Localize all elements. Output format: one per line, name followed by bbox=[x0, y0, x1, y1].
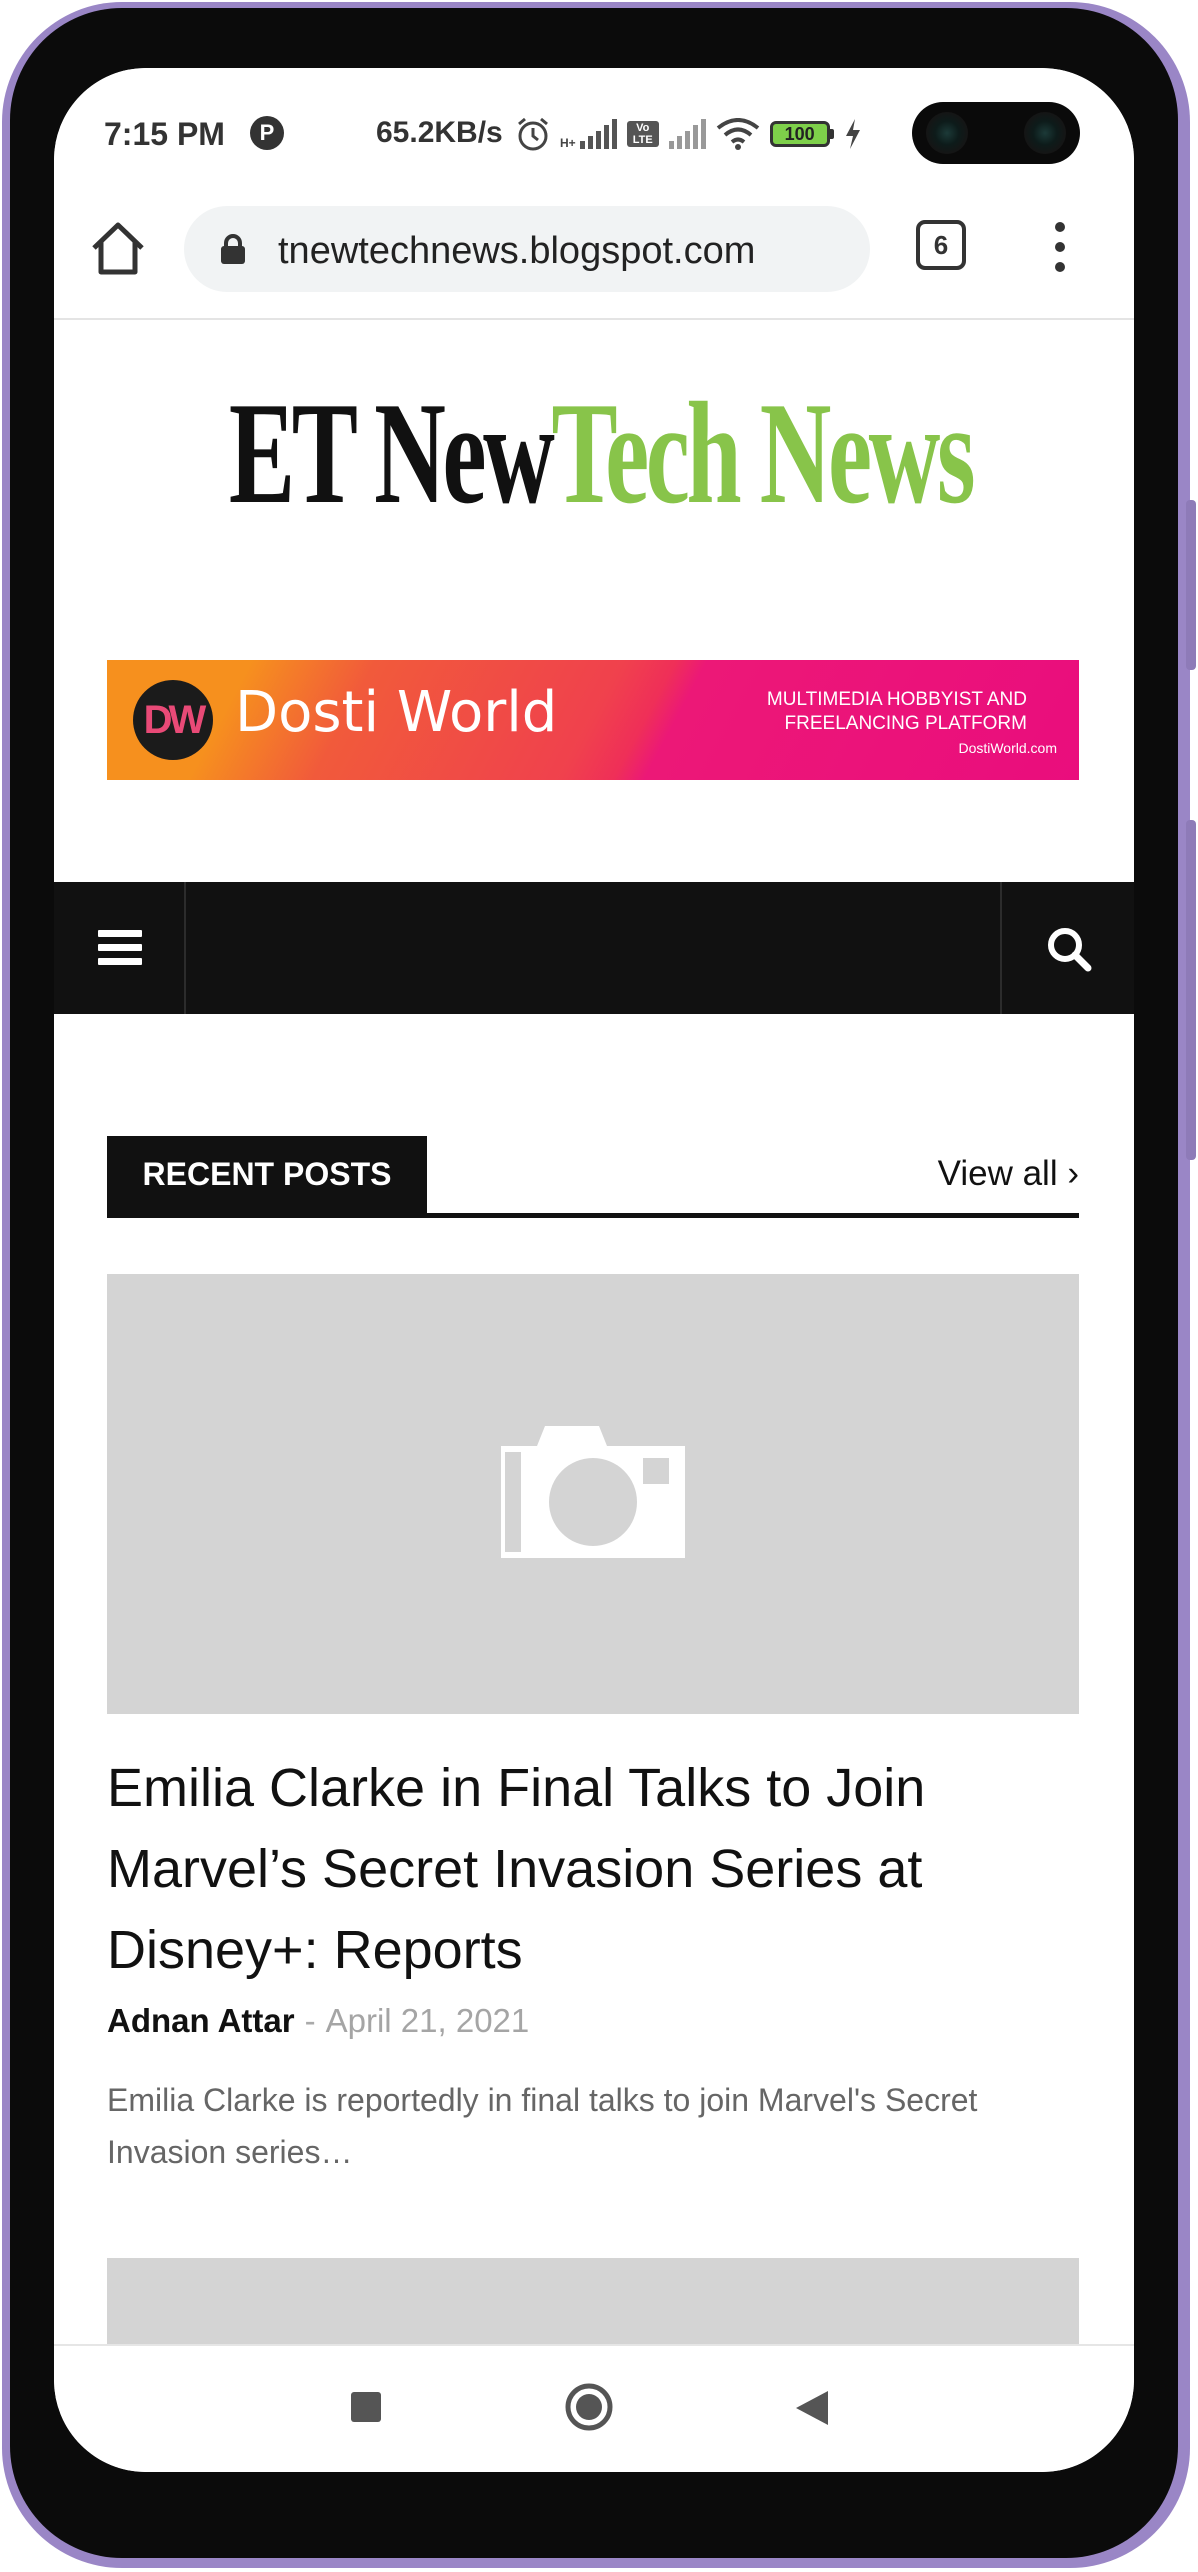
notification-icon: P bbox=[250, 116, 284, 150]
phone-screen: 7:15 PM P 65.2KB/s H+ Vo LTE 100 tnewtec… bbox=[54, 68, 1134, 2472]
wifi-icon bbox=[716, 118, 759, 150]
system-nav-bar bbox=[54, 2344, 1134, 2472]
network-type: H+ bbox=[560, 136, 576, 150]
browser-toolbar: tnewtechnews.blogspot.com 6 bbox=[54, 178, 1134, 320]
status-icons: H+ Vo LTE 100 bbox=[516, 114, 862, 154]
post-excerpt: Emilia Clarke is reportedly in final tal… bbox=[107, 2082, 978, 2170]
battery-icon: 100 bbox=[769, 121, 834, 147]
back-icon[interactable] bbox=[794, 2389, 830, 2427]
alarm-icon bbox=[518, 117, 548, 151]
lock-icon bbox=[221, 234, 245, 264]
meta-separator: - bbox=[304, 2002, 316, 2039]
home-icon[interactable] bbox=[82, 212, 154, 284]
tabs-icon[interactable]: 6 bbox=[916, 220, 966, 270]
banner-title: Dosti World bbox=[235, 680, 558, 745]
address-bar[interactable]: tnewtechnews.blogspot.com bbox=[184, 206, 870, 292]
site-title-green: Tech News bbox=[551, 372, 975, 534]
home-circle-icon[interactable] bbox=[564, 2382, 614, 2432]
front-camera bbox=[912, 102, 1080, 164]
banner-tagline: MULTIMEDIA HOBBYIST AND FREELANCING PLAT… bbox=[766, 689, 1027, 734]
network-speed: 65.2KB/s bbox=[376, 116, 503, 149]
recents-icon[interactable] bbox=[351, 2392, 381, 2422]
section-title: RECENT POSTS bbox=[107, 1136, 427, 1213]
camera-icon bbox=[501, 1426, 685, 1558]
power-button bbox=[1186, 500, 1196, 670]
charging-icon bbox=[845, 119, 860, 149]
status-bar: 7:15 PM P 65.2KB/s H+ Vo LTE 100 bbox=[54, 68, 1134, 178]
post-title[interactable]: Emilia Clarke in Final Talks to Join Mar… bbox=[107, 1748, 1079, 1991]
camera-lens bbox=[926, 112, 968, 154]
site-title[interactable]: ET NewTech News bbox=[54, 368, 1134, 538]
volume-button bbox=[1186, 820, 1196, 1160]
battery-level: 100 bbox=[769, 121, 830, 147]
banner-url: DostiWorld.com bbox=[958, 740, 1057, 756]
search-button[interactable] bbox=[1000, 882, 1134, 1014]
menu-icon bbox=[98, 930, 142, 966]
post-date: April 21, 2021 bbox=[325, 2002, 530, 2039]
site-navbar bbox=[54, 882, 1134, 1014]
url-text: tnewtechnews.blogspot.com bbox=[278, 230, 756, 272]
volte-icon: Vo LTE bbox=[626, 121, 659, 147]
view-all-link[interactable]: View all › bbox=[938, 1154, 1079, 1194]
section-header: RECENT POSTS View all › bbox=[107, 1136, 1079, 1218]
camera-lens-2 bbox=[1024, 112, 1066, 154]
status-time: 7:15 PM bbox=[104, 116, 225, 152]
search-icon bbox=[1048, 928, 1092, 972]
post-thumbnail[interactable] bbox=[107, 1274, 1079, 1714]
site-title-dark: ET New bbox=[228, 372, 555, 534]
more-vert-icon[interactable] bbox=[1040, 212, 1080, 282]
post-meta: Adnan Attar - April 21, 2021 bbox=[107, 2002, 529, 2040]
ad-banner[interactable]: DW Dosti World MULTIMEDIA HOBBYIST AND F… bbox=[107, 660, 1079, 780]
post-author[interactable]: Adnan Attar bbox=[107, 2002, 295, 2039]
signal-icon-2 bbox=[668, 119, 706, 149]
dosti-world-logo: DW bbox=[133, 680, 213, 760]
menu-button[interactable] bbox=[54, 882, 186, 1014]
signal-icon: H+ bbox=[560, 119, 617, 149]
phone-frame: 7:15 PM P 65.2KB/s H+ Vo LTE 100 tnewtec… bbox=[0, 0, 1198, 2572]
